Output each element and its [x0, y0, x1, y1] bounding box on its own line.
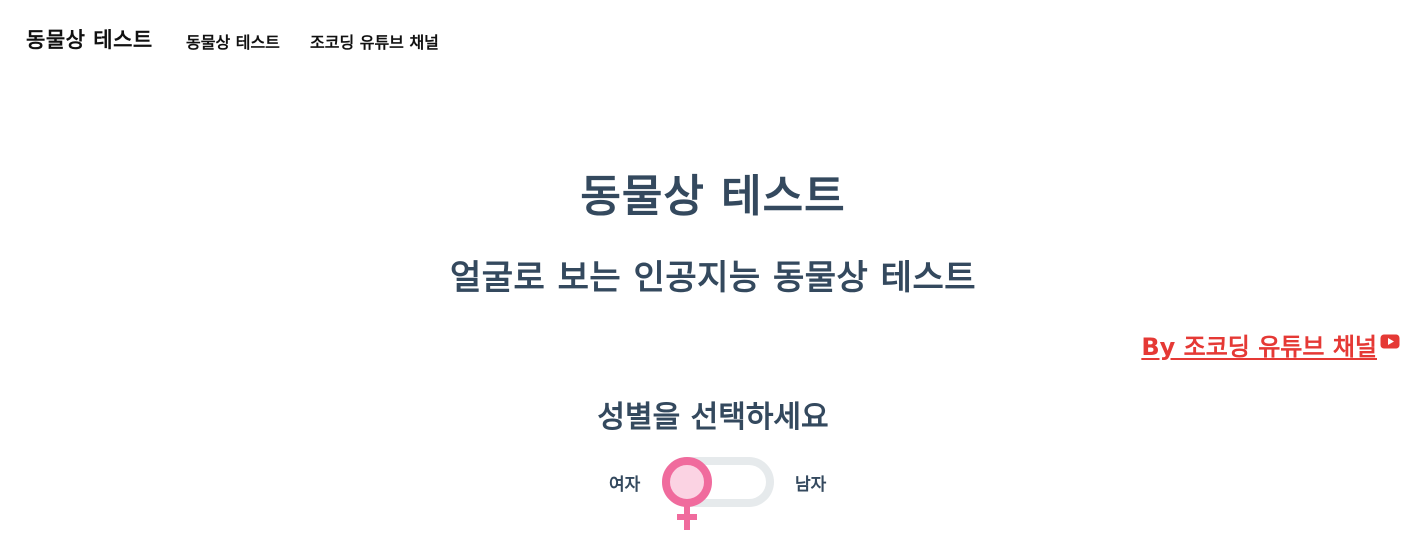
page-subtitle: 얼굴로 보는 인공지능 동물상 테스트	[449, 258, 977, 298]
nav-link-youtube-channel[interactable]: 조코딩 유튜브 채널	[310, 29, 439, 53]
female-label[interactable]: 여자	[609, 470, 640, 495]
credit-link[interactable]: By 조코딩 유튜브 채널	[1141, 332, 1400, 362]
page-title: 동물상 테스트	[580, 171, 846, 222]
credit-link-text: By 조코딩 유튜브 채널	[1141, 333, 1377, 361]
gender-prompt: 성별을 선택하세요	[597, 400, 829, 435]
female-symbol-icon[interactable]	[658, 452, 738, 536]
youtube-icon	[1380, 334, 1400, 349]
male-label[interactable]: 남자	[795, 470, 826, 495]
nav-link-animal-test[interactable]: 동물상 테스트	[186, 29, 280, 53]
brand-link[interactable]: 동물상 테스트	[26, 24, 153, 54]
navbar: 동물상 테스트 동물상 테스트 조코딩 유튜브 채널	[0, 0, 1426, 76]
